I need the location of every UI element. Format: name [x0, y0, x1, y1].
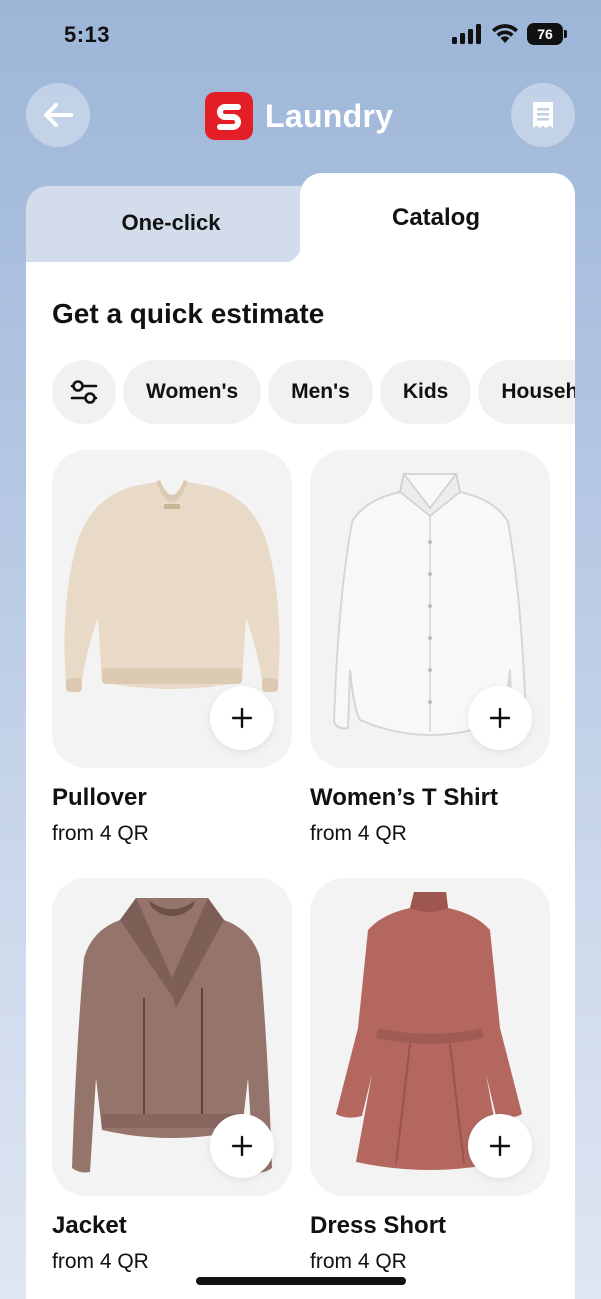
product-price: from 4 QR	[52, 1250, 149, 1273]
back-button[interactable]	[26, 83, 90, 147]
home-indicator[interactable]	[196, 1277, 406, 1285]
add-button[interactable]	[468, 686, 532, 750]
battery-icon: 76	[527, 23, 567, 45]
product-name: Dress Short	[310, 1212, 447, 1239]
product-price: from 4 QR	[52, 822, 149, 845]
status-time: 5:13	[64, 22, 111, 47]
receipt-icon	[533, 102, 553, 128]
cellular-signal-icon	[452, 24, 484, 44]
product-price: from 4 QR	[310, 822, 407, 845]
add-button[interactable]	[468, 1114, 532, 1178]
logo-mark-icon	[205, 92, 253, 140]
add-button[interactable]	[210, 686, 274, 750]
category-chip-kids[interactable]: Kids	[379, 360, 472, 424]
product-name: Women’s T Shirt	[310, 784, 499, 811]
product-image[interactable]	[310, 450, 550, 768]
tab-catalog-label[interactable]: Catalog	[300, 204, 572, 232]
product-card-jacket[interactable]: Jacket from 4 QR	[52, 878, 292, 1274]
sliders-icon	[70, 380, 98, 404]
arrow-left-icon	[44, 103, 73, 127]
product-card-womens-t-shirt[interactable]: Women’s T Shirt from 4 QR	[310, 450, 550, 846]
product-price: from 4 QR	[310, 1250, 407, 1273]
plus-icon	[489, 707, 511, 729]
product-image[interactable]	[52, 878, 292, 1196]
product-card-pullover[interactable]: Pullover from 4 QR	[52, 450, 292, 846]
product-image[interactable]	[52, 450, 292, 768]
receipt-button[interactable]	[511, 83, 575, 147]
category-chip-household[interactable]: Household	[478, 360, 575, 424]
section-title: Get a quick estimate	[52, 298, 325, 329]
add-button[interactable]	[210, 1114, 274, 1178]
app-logo: Laundry	[205, 92, 393, 140]
battery-level: 76	[527, 23, 563, 45]
product-name: Pullover	[52, 784, 147, 811]
wifi-icon	[490, 22, 520, 44]
product-card-dress-short[interactable]: Dress Short from 4 QR	[310, 878, 550, 1274]
status-bar: 5:13 76	[0, 0, 601, 70]
category-chip-mens[interactable]: Men's	[268, 360, 373, 424]
plus-icon	[231, 707, 253, 729]
plus-icon	[489, 1135, 511, 1157]
product-image[interactable]	[310, 878, 550, 1196]
category-filter-row[interactable]: Women's Men's Kids Household	[52, 360, 575, 424]
plus-icon	[231, 1135, 253, 1157]
product-name: Jacket	[52, 1212, 127, 1239]
category-chip-womens[interactable]: Women's	[123, 360, 262, 424]
filter-button[interactable]	[52, 360, 116, 424]
brand-name: Laundry	[265, 97, 394, 134]
